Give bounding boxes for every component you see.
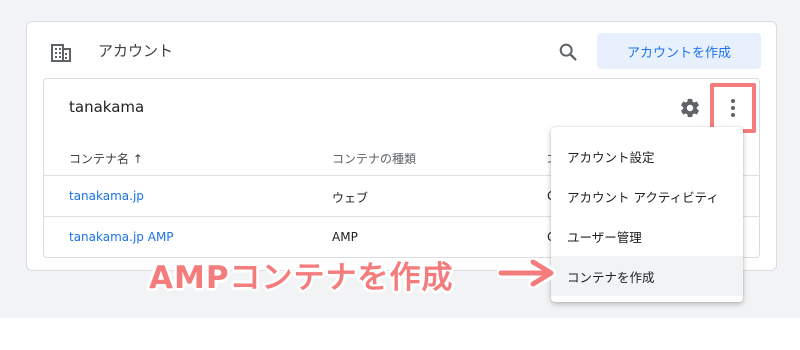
more-options-menu: アカウント設定 アカウント アクティビティ ユーザー管理 コンテナを作成: [551, 127, 743, 302]
gear-icon[interactable]: [679, 97, 701, 119]
more-vert-icon: [731, 99, 735, 117]
search-icon[interactable]: [557, 41, 579, 63]
create-account-button[interactable]: アカウントを作成: [597, 33, 761, 69]
container-link[interactable]: tanakama.jp: [69, 189, 144, 203]
menu-item-create-container[interactable]: コンテナを作成: [551, 256, 743, 296]
annotation-arrow-icon: [497, 258, 557, 288]
container-type: AMP: [332, 230, 358, 244]
container-link[interactable]: tanakama.jp AMP: [69, 230, 174, 244]
menu-item-account-settings[interactable]: アカウント設定: [551, 136, 743, 176]
more-options-button[interactable]: [710, 83, 756, 133]
container-type: ウェブ: [332, 191, 369, 205]
building-icon: [51, 44, 71, 62]
column-header-type[interactable]: コンテナの種類: [332, 150, 416, 167]
column-header-name[interactable]: コンテナ名 ↑: [69, 150, 143, 167]
account-name: tanakama: [69, 98, 145, 116]
annotation-callout: AMPコンテナを作成: [149, 260, 454, 296]
menu-item-account-activity[interactable]: アカウント アクティビティ: [551, 176, 743, 216]
page-title: アカウント: [98, 42, 174, 60]
menu-item-user-management[interactable]: ユーザー管理: [551, 216, 743, 256]
